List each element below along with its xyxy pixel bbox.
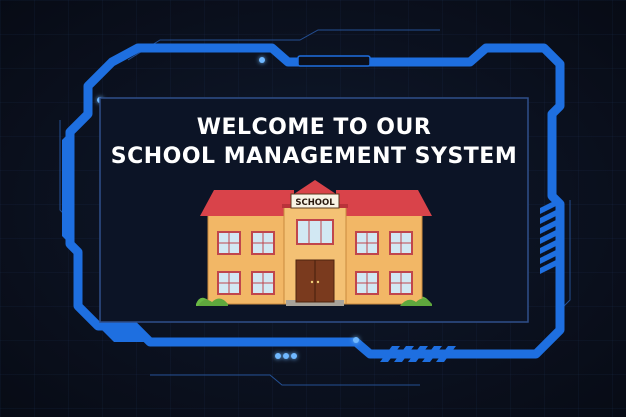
left-tab — [62, 132, 70, 244]
welcome-line-2: SCHOOL MANAGEMENT SYSTEM — [110, 144, 518, 169]
hud-frame: SCHOOL — [59, 29, 571, 386]
school-sign-text: SCHOOL — [295, 198, 335, 208]
bottom-stripes — [380, 346, 456, 362]
stage: SCHOOL WELCOME TO OUR SCHOOL MANAGEMENT … — [0, 0, 626, 417]
welcome-line-1: WELCOME TO OUR — [196, 115, 432, 140]
school-building-icon: SCHOOL — [196, 180, 432, 306]
welcome-heading: WELCOME TO OUR SCHOOL MANAGEMENT SYSTEM — [100, 113, 528, 171]
right-stripes — [540, 200, 556, 274]
top-slot — [297, 55, 371, 67]
